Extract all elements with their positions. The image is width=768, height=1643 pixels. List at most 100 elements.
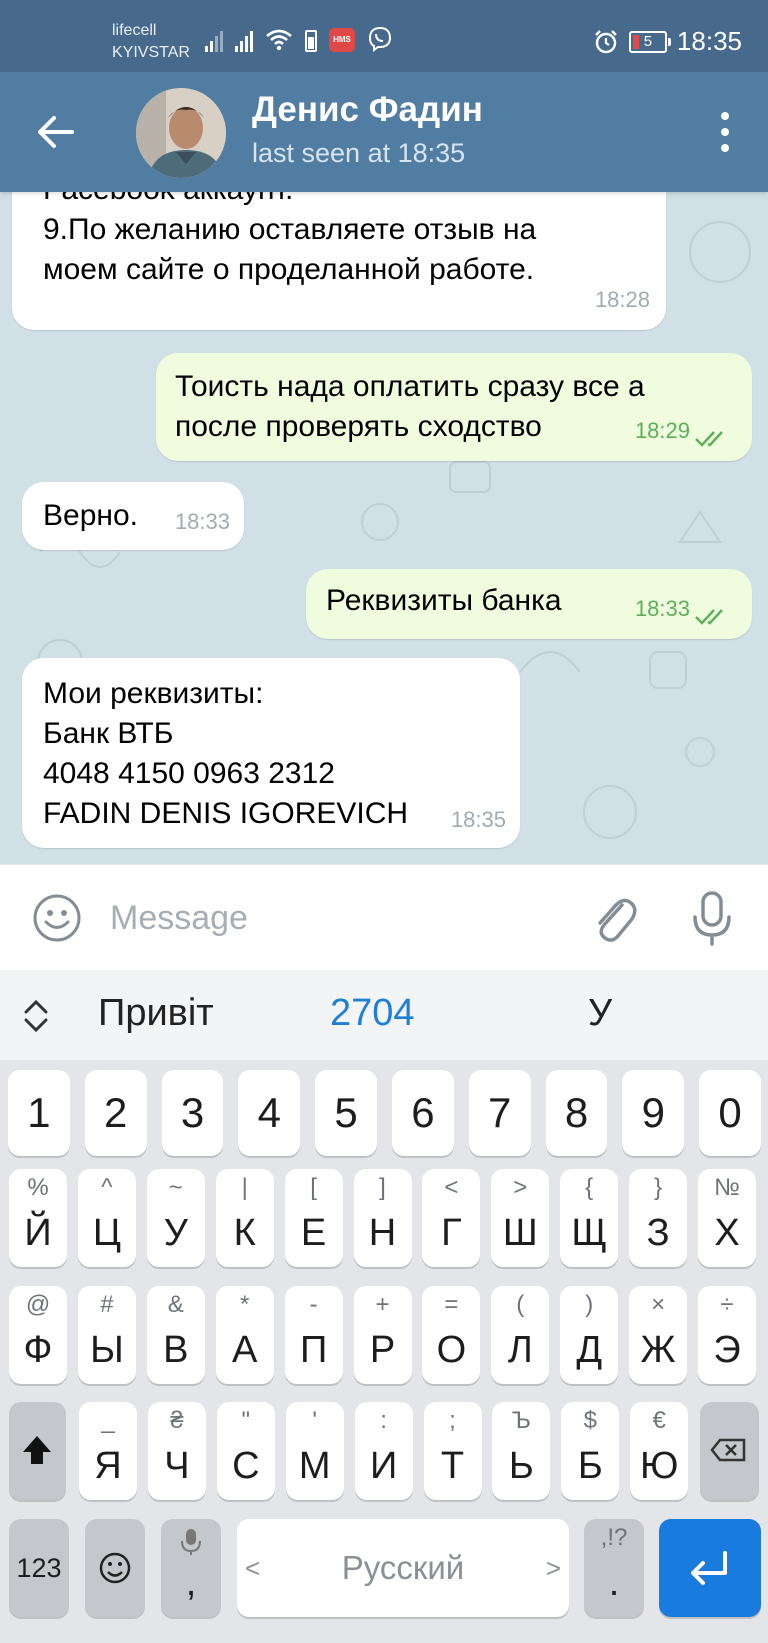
key-Ф[interactable]: @ Ф — [9, 1286, 67, 1384]
key-Ю[interactable]: € Ю — [630, 1402, 689, 1500]
key-symbol-label: ~ — [168, 1174, 183, 1201]
wifi-icon — [266, 29, 292, 51]
key-М[interactable]: ' М — [285, 1402, 344, 1500]
key-9[interactable]: 9 — [622, 1070, 685, 1156]
key-А[interactable]: * А — [215, 1286, 274, 1384]
emoji-key[interactable] — [85, 1519, 145, 1617]
period-sub-label: ,!? — [600, 1524, 628, 1551]
back-arrow-icon[interactable] — [36, 112, 76, 152]
key-1[interactable]: 1 — [8, 1070, 70, 1156]
key-Ц[interactable]: ^ Ц — [77, 1169, 136, 1267]
key-Л[interactable]: (Л — [491, 1286, 550, 1384]
key-Ш[interactable]: > Ш — [491, 1169, 550, 1267]
space-label: Русский — [341, 1549, 465, 1586]
emoji-icon[interactable] — [32, 893, 82, 943]
message-bubble-outgoing[interactable]: Тоисть нада оплатить сразу все а после п… — [156, 353, 752, 461]
key-И[interactable]: :И — [354, 1402, 413, 1500]
message-input[interactable] — [110, 893, 570, 943]
message-time: 18:28 — [594, 287, 650, 312]
key-symbol-label: = — [444, 1291, 459, 1318]
key-symbol-label: ) — [585, 1291, 594, 1318]
key-symbol-label: € — [652, 1407, 666, 1434]
status-time: 18:35 — [676, 26, 742, 56]
viber-icon — [368, 26, 392, 52]
key-Й[interactable]: % Й — [9, 1169, 67, 1267]
battery-saver-icon — [305, 30, 317, 52]
key-Г[interactable]: < Г — [422, 1169, 481, 1267]
key-letter-label: О — [436, 1329, 467, 1371]
key-5[interactable]: 5 — [315, 1070, 377, 1156]
key-Н[interactable]: ] Н — [353, 1169, 412, 1267]
key-symbol-label: { — [585, 1174, 594, 1201]
microphone-icon[interactable] — [688, 889, 736, 947]
key-letter-label: П — [299, 1329, 328, 1371]
shift-key[interactable] — [9, 1402, 66, 1500]
numbers-key[interactable]: 123 — [9, 1519, 69, 1617]
key-4[interactable]: 4 — [238, 1070, 301, 1156]
key-symbol-label: ₴ — [170, 1407, 184, 1434]
battery-icon: 5 — [628, 30, 671, 53]
key-Е[interactable]: [Е — [284, 1169, 343, 1267]
key-symbol-label: : — [380, 1407, 387, 1434]
key-К[interactable]: | К — [215, 1169, 274, 1267]
message-bubble-incoming[interactable]: Мои реквизиты: Банк ВТБ 4048 4150 0963 2… — [22, 658, 520, 848]
key-У[interactable]: ~ У — [146, 1169, 205, 1267]
avatar[interactable] — [136, 88, 226, 178]
key-Д[interactable]: ) Д — [560, 1286, 619, 1384]
key-symbol-label: ; — [449, 1407, 456, 1434]
key-Я[interactable]: _ Я — [79, 1402, 137, 1500]
key-letter-label: Щ — [571, 1212, 607, 1254]
key-0[interactable]: 0 — [699, 1070, 761, 1156]
key-Ж[interactable]: × Ж — [629, 1286, 688, 1384]
key-symbol-label: № — [714, 1174, 740, 1201]
chat-area[interactable]: Facebook аккаунт. 9.По желанию оставляет… — [0, 192, 768, 864]
key-Ч[interactable]: ₴ Ч — [147, 1402, 206, 1500]
keyboard: 123 , < Русский > ,!? . 1 2 3 4 5 6 7 8 9 0% Й ^ Ц ~ У… — [0, 1060, 768, 1643]
period-key[interactable]: ,!? . — [584, 1519, 644, 1617]
key-3[interactable]: 3 — [161, 1070, 224, 1156]
key-2[interactable]: 2 — [84, 1070, 147, 1156]
key-О[interactable]: = О — [422, 1286, 481, 1384]
shift-icon — [23, 1436, 51, 1464]
key-П[interactable]: -П — [284, 1286, 343, 1384]
key-Ь[interactable]: ЪЬ — [492, 1402, 551, 1500]
attach-paperclip-icon[interactable] — [588, 891, 638, 945]
more-menu-icon[interactable] — [718, 112, 732, 152]
suggestion-3[interactable]: У — [588, 992, 612, 1035]
key-symbol-label: & — [167, 1291, 184, 1318]
message-bubble-incoming[interactable]: Facebook аккаунт. 9.По желанию оставляет… — [12, 192, 666, 330]
signal-1-icon — [205, 26, 223, 52]
key-7[interactable]: 7 — [468, 1070, 531, 1156]
message-bubble-outgoing[interactable]: Реквизиты банка 18:33 — [306, 569, 752, 639]
key-symbol-label: + — [375, 1291, 390, 1318]
suggestion-1[interactable]: Привіт — [98, 992, 214, 1035]
suggestion-2[interactable]: 2704 — [330, 992, 415, 1035]
message-bubble-incoming[interactable]: Верно. 18:33 — [22, 482, 244, 550]
key-letter-label: Ю — [639, 1445, 679, 1487]
key-Х[interactable]: № Х — [698, 1169, 756, 1267]
key-letter-label: Х — [714, 1212, 740, 1254]
key-6[interactable]: 6 — [392, 1070, 454, 1156]
key-symbol-label: Ъ — [511, 1407, 531, 1434]
comma-key[interactable]: , — [161, 1519, 221, 1617]
backspace-key[interactable] — [700, 1402, 759, 1500]
key-letter-label: Т — [440, 1445, 465, 1487]
key-Щ[interactable]: {Щ — [560, 1169, 619, 1267]
key-Т[interactable]: ; Т — [423, 1402, 482, 1500]
enter-key[interactable] — [659, 1519, 761, 1617]
expand-toggle-icon[interactable] — [20, 998, 52, 1034]
space-key[interactable]: < Русский > — [237, 1519, 569, 1617]
key-Э[interactable]: ÷ Э — [698, 1286, 756, 1384]
key-Р[interactable]: + Р — [353, 1286, 412, 1384]
key-symbol-label: ' — [312, 1407, 317, 1434]
key-В[interactable]: & В — [146, 1286, 205, 1384]
key-З[interactable]: } З — [629, 1169, 688, 1267]
keyboard-suggestion-bar: Привіт 2704 У — [0, 970, 768, 1060]
contact-name[interactable]: Денис Фадин — [252, 90, 483, 130]
key-Ы[interactable]: # Ы — [77, 1286, 136, 1384]
key-8[interactable]: 8 — [545, 1070, 608, 1156]
key-letter-label: Ь — [508, 1445, 534, 1487]
key-С[interactable]: " С — [216, 1402, 275, 1500]
key-Б[interactable]: $ Б — [561, 1402, 620, 1500]
key-letter-label: Г — [441, 1212, 462, 1254]
